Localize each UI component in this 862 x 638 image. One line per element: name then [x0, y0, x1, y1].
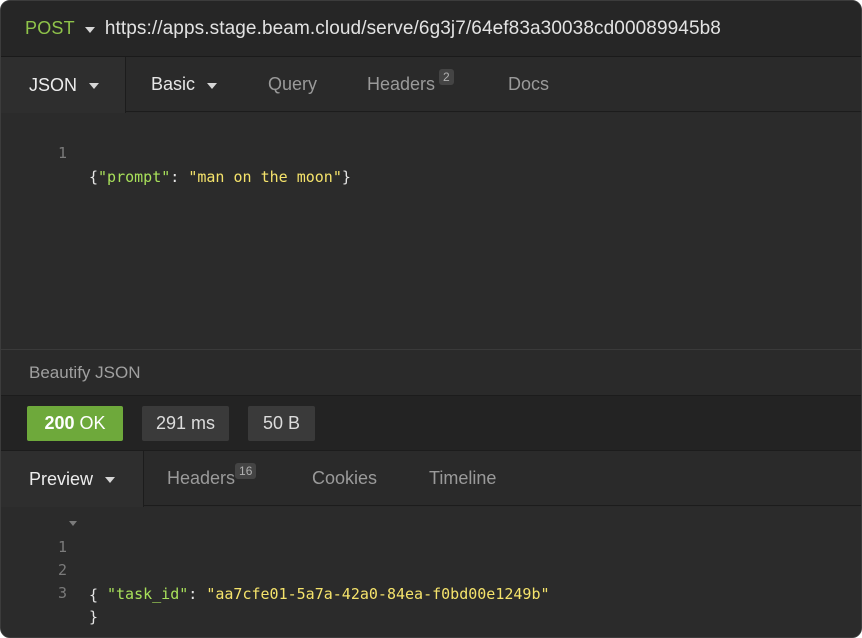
json-key: "task_id" [107, 585, 189, 603]
http-method-selector[interactable]: POST [25, 18, 75, 39]
response-preview: 1 { 2 "task_id": "aa7cfe01-5a7a-42a0-84e… [1, 507, 861, 637]
url-bar: POST https://apps.stage.beam.cloud/serve… [1, 1, 861, 57]
tab-label: Timeline [429, 468, 497, 488]
json-key: "prompt" [98, 168, 171, 186]
headers-count-badge: 16 [235, 462, 257, 479]
response-status-bar: 200 OK 291 ms 50 B [1, 396, 861, 451]
tab-label: JSON [29, 74, 78, 95]
tab-label: Docs [508, 74, 550, 94]
status-code: 200 [44, 413, 75, 433]
code-text: { [89, 586, 99, 604]
url-input[interactable]: https://apps.stage.beam.cloud/serve/6g3j… [105, 18, 721, 40]
code-line: 1 { [1, 511, 98, 604]
fold-arrow-icon[interactable] [69, 521, 77, 526]
tab-response-headers[interactable]: Headers 16 [167, 451, 257, 506]
tab-label: Query [268, 74, 318, 94]
tab-label: Preview [29, 468, 94, 489]
request-tabs: JSON Basic Query Headers 2 Docs [1, 57, 861, 113]
chevron-down-icon[interactable] [84, 26, 95, 33]
code-text: {"prompt": "man on the moon"} [89, 168, 351, 186]
json-string: "man on the moon" [188, 168, 342, 186]
beautify-json-button[interactable]: Beautify JSON [1, 349, 861, 396]
request-body-editor[interactable]: 1 {"prompt": "man on the moon"} [1, 113, 861, 349]
status-badge: 200 OK [27, 406, 123, 441]
tab-label: Cookies [312, 468, 378, 488]
response-size: 50 B [248, 406, 315, 441]
tab-label: Headers [367, 74, 436, 94]
response-tabs: Preview Headers 16 Cookies Timeline [1, 451, 861, 507]
line-number: 3 [57, 584, 67, 602]
chevron-down-icon [207, 82, 218, 89]
status-text: OK [79, 413, 106, 433]
tab-headers[interactable]: Headers 2 [367, 57, 454, 112]
json-string: "aa7cfe01-5a7a-42a0-84ea-f0bd00e1249b" [206, 585, 550, 603]
code-line: 3 } [1, 557, 98, 626]
code-text: "task_id": "aa7cfe01-5a7a-42a0-84ea-f0bd… [107, 585, 550, 603]
tab-json[interactable]: JSON [1, 57, 126, 113]
rest-client-window: POST https://apps.stage.beam.cloud/serve… [0, 0, 862, 638]
tab-timeline[interactable]: Timeline [429, 451, 496, 506]
code-line: 1 {"prompt": "man on the moon"} [1, 117, 351, 186]
tab-cookies[interactable]: Cookies [312, 451, 377, 506]
line-number: 1 [57, 144, 67, 162]
tab-docs[interactable]: Docs [508, 57, 549, 112]
tab-query[interactable]: Query [268, 57, 317, 112]
chevron-down-icon [105, 477, 116, 483]
tab-preview[interactable]: Preview [1, 451, 144, 507]
tab-label: Headers [167, 468, 236, 488]
response-time: 291 ms [142, 406, 229, 441]
code-text: } [89, 608, 99, 626]
headers-count-badge: 2 [439, 68, 454, 85]
chevron-down-icon [89, 83, 100, 89]
code-line: 2 "task_id": "aa7cfe01-5a7a-42a0-84ea-f0… [1, 534, 550, 603]
tab-label: Basic [151, 74, 196, 94]
tab-basic[interactable]: Basic [151, 57, 218, 112]
